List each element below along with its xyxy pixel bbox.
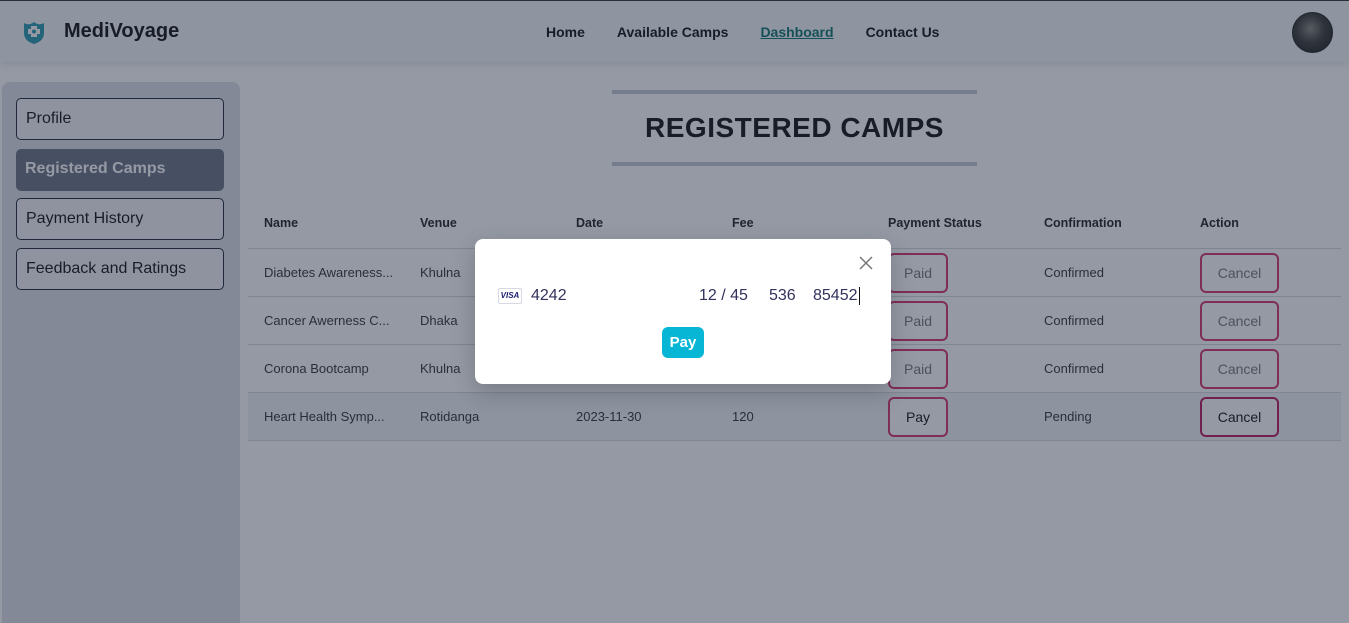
visa-icon: VISA [498, 288, 522, 304]
close-icon[interactable] [858, 255, 874, 271]
card-cvc-field[interactable]: 536 [769, 287, 796, 305]
card-zip-field[interactable]: 85452 [813, 287, 860, 305]
card-element[interactable]: VISA 4242 12 / 45 536 85452 [498, 286, 868, 306]
modal-pay-button[interactable]: Pay [662, 327, 704, 358]
payment-modal: VISA 4242 12 / 45 536 85452 Pay [475, 239, 891, 384]
card-number-field[interactable]: 4242 [531, 287, 567, 305]
card-expiry-field[interactable]: 12 / 45 [699, 287, 748, 305]
